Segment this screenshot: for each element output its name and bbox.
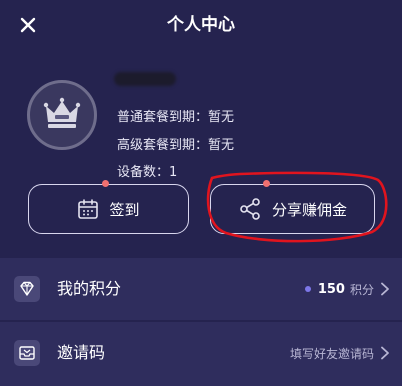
checkin-button[interactable]: 签到 <box>28 180 189 234</box>
device-count: 设备数：1 <box>117 165 178 180</box>
points-unit: 积分 <box>349 282 374 297</box>
page-title: 个人中心 <box>167 15 235 35</box>
points-label: 我的积分 <box>57 279 122 298</box>
menu-list: 我的积分 150 积分 邀请码 填写好友邀请码 <box>0 258 402 386</box>
profile-section: 普通套餐到期：暂无 高级套餐到期：暂无 设备数：1 签到 分享赚佣金 <box>0 50 402 255</box>
premium-plan-expiry: 高级套餐到期：暂无 <box>117 138 235 153</box>
checkin-label: 签到 <box>109 200 140 219</box>
calendar-icon <box>77 198 99 220</box>
invite-code-hint: 填写好友邀请码 <box>289 346 374 361</box>
chevron-right-icon <box>380 282 390 296</box>
inbox-icon <box>14 340 40 366</box>
invite-code-hint-group: 填写好友邀请码 <box>290 322 390 384</box>
crown-icon <box>43 97 81 128</box>
diamond-icon <box>14 276 40 302</box>
list-item-points[interactable]: 我的积分 150 积分 <box>0 258 402 320</box>
share-icon <box>238 197 262 221</box>
avatar <box>27 80 97 150</box>
regular-plan-expiry: 普通套餐到期：暂无 <box>117 110 235 125</box>
points-summary: 150 积分 <box>304 258 390 320</box>
header-bar: 个人中心 <box>0 0 402 50</box>
username-redacted <box>114 72 176 86</box>
list-item-invite-code[interactable]: 邀请码 填写好友邀请码 <box>0 322 402 384</box>
share-label: 分享赚佣金 <box>271 200 347 219</box>
points-value: 150 <box>317 281 345 297</box>
chevron-right-icon <box>380 346 390 360</box>
invite-code-label: 邀请码 <box>57 343 106 362</box>
share-earn-button[interactable]: 分享赚佣金 <box>210 180 375 234</box>
points-dot <box>304 286 311 292</box>
